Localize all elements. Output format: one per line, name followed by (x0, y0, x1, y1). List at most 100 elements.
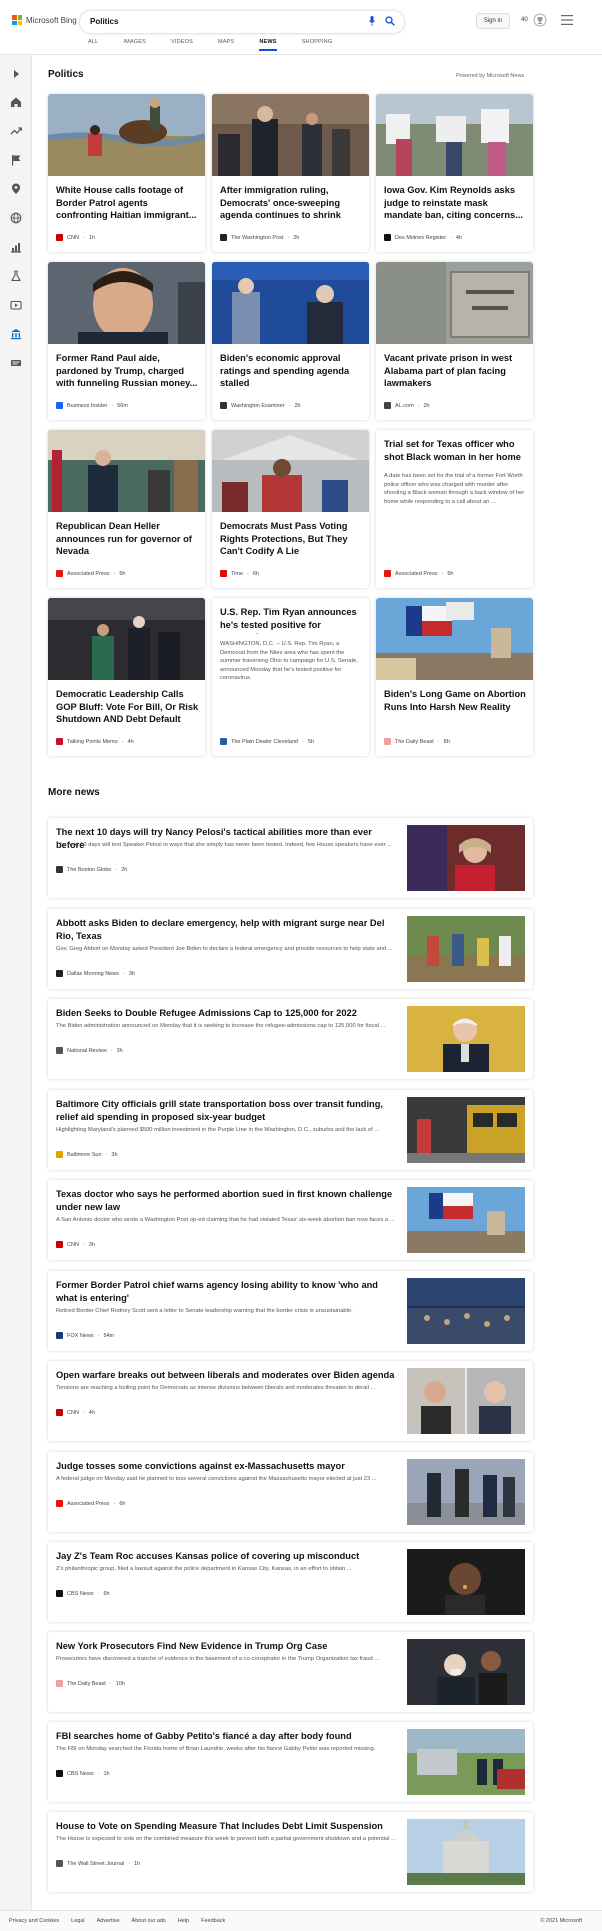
story-card[interactable]: Trial set for Texas officer who shot Bla… (376, 430, 533, 588)
news-thumbnail[interactable] (407, 825, 525, 891)
entertainment-icon[interactable] (10, 299, 22, 311)
news-snippet: Highlighting Maryland's planned $500 mil… (56, 1127, 380, 1133)
news-thumbnail[interactable] (407, 1278, 525, 1344)
story-title[interactable]: Republican Dean Heller announces run for… (56, 520, 199, 558)
more-news-item[interactable]: Baltimore City officials grill state tra… (48, 1090, 533, 1170)
footer-link-help[interactable]: Help (178, 1918, 189, 1924)
search-input[interactable]: Politics (90, 17, 118, 26)
story-title[interactable]: Trial set for Texas officer who shot Bla… (384, 438, 527, 466)
news-thumbnail[interactable] (407, 1368, 525, 1434)
story-title[interactable]: Iowa Gov. Kim Reynolds asks judge to rei… (384, 184, 527, 222)
location-icon[interactable] (10, 183, 22, 195)
rewards-count[interactable]: 40 (521, 17, 528, 23)
news-thumbnail[interactable] (407, 1187, 525, 1253)
more-news-item[interactable]: Texas doctor who says he performed abort… (48, 1180, 533, 1260)
hamburger-menu-icon[interactable] (561, 15, 573, 25)
news-title[interactable]: Open warfare breaks out between liberals… (56, 1369, 401, 1382)
globe-icon[interactable] (10, 212, 22, 224)
news-title[interactable]: FBI searches home of Gabby Petito's fian… (56, 1730, 401, 1743)
more-news-item[interactable]: The next 10 days will try Nancy Pelosi's… (48, 818, 533, 898)
flag-icon[interactable] (10, 154, 22, 166)
rewards-trophy-icon[interactable] (533, 13, 547, 27)
story-title[interactable]: Biden's Long Game on Abortion Runs Into … (384, 688, 527, 726)
news-thumbnail[interactable] (407, 1819, 525, 1885)
more-news-item[interactable]: Biden Seeks to Double Refugee Admissions… (48, 999, 533, 1079)
news-thumbnail[interactable] (407, 1729, 525, 1795)
story-title[interactable]: Democrats Must Pass Voting Rights Protec… (220, 520, 363, 558)
footer-link-legal[interactable]: Legal (71, 1918, 84, 1924)
tab-all[interactable]: ALL (88, 39, 98, 51)
news-title[interactable]: Former Border Patrol chief warns agency … (56, 1279, 401, 1305)
home-icon[interactable] (10, 96, 22, 108)
story-card[interactable]: Former Rand Paul aide, pardoned by Trump… (48, 262, 205, 420)
news-time: 2h (121, 866, 128, 873)
story-card[interactable]: Vacant private prison in west Alabama pa… (376, 262, 533, 420)
source-logo-icon (56, 866, 63, 873)
story-card[interactable]: U.S. Rep. Tim Ryan announces he's tested… (212, 598, 369, 756)
source-logo-icon (56, 1409, 63, 1416)
tab-images[interactable]: IMAGES (123, 39, 146, 51)
tab-videos[interactable]: VIDEOS (171, 39, 193, 51)
sign-in-button[interactable]: Sign in (476, 13, 510, 29)
story-card[interactable]: Democratic Leadership Calls GOP Bluff: V… (48, 598, 205, 756)
search-box[interactable]: Politics (80, 11, 404, 33)
news-thumbnail[interactable] (407, 1549, 525, 1615)
story-title[interactable]: Biden's economic approval ratings and sp… (220, 352, 363, 390)
more-news-item[interactable]: House to Vote on Spending Measure That I… (48, 1812, 533, 1892)
news-thumbnail[interactable] (407, 1459, 525, 1525)
news-time: 1h (134, 1860, 141, 1867)
video-icon[interactable] (10, 357, 22, 369)
more-news-item[interactable]: Open warfare breaks out between liberals… (48, 1361, 533, 1441)
news-thumbnail[interactable] (407, 1006, 525, 1072)
news-title[interactable]: Jay Z's Team Roc accuses Kansas police o… (56, 1550, 401, 1563)
footer-link-privacy[interactable]: Privacy and Cookies (9, 1918, 59, 1924)
top-header: Microsoft Bing Politics Sign in 40 ALL I… (0, 0, 602, 55)
tab-shopping[interactable]: SHOPPING (302, 39, 333, 51)
news-title[interactable]: House to Vote on Spending Measure That I… (56, 1820, 401, 1833)
tab-news[interactable]: NEWS (259, 39, 277, 51)
powered-by-label[interactable]: Powered by Microsoft News (456, 73, 524, 79)
story-card[interactable]: Democrats Must Pass Voting Rights Protec… (212, 430, 369, 588)
more-news-item[interactable]: Jay Z's Team Roc accuses Kansas police o… (48, 1542, 533, 1622)
news-thumbnail[interactable] (407, 1097, 525, 1163)
news-thumbnail[interactable] (407, 1639, 525, 1705)
news-title[interactable]: New York Prosecutors Find New Evidence i… (56, 1640, 401, 1653)
news-thumbnail[interactable] (407, 916, 525, 982)
footer-link-feedback[interactable]: Feedback (201, 1918, 225, 1924)
news-title[interactable]: Texas doctor who says he performed abort… (56, 1188, 401, 1214)
footer-link-advertise[interactable]: Advertise (97, 1918, 120, 1924)
story-card[interactable]: Biden's Long Game on Abortion Runs Into … (376, 598, 533, 756)
story-title[interactable]: Democratic Leadership Calls GOP Bluff: V… (56, 688, 199, 726)
more-news-item[interactable]: Abbott asks Biden to declare emergency, … (48, 909, 533, 989)
science-icon[interactable] (10, 270, 22, 282)
footer-link-about-ads[interactable]: About our ads (132, 1918, 166, 1924)
more-news-item[interactable]: Former Border Patrol chief warns agency … (48, 1271, 533, 1351)
finance-icon[interactable] (10, 241, 22, 253)
story-title[interactable]: After immigration ruling, Democrats' onc… (220, 184, 363, 222)
story-title[interactable]: Vacant private prison in west Alabama pa… (384, 352, 527, 390)
story-title[interactable]: Former Rand Paul aide, pardoned by Trump… (56, 352, 199, 390)
tab-maps[interactable]: MAPS (218, 39, 234, 51)
news-title[interactable]: Baltimore City officials grill state tra… (56, 1098, 401, 1124)
story-card[interactable]: Biden's economic approval ratings and sp… (212, 262, 369, 420)
story-title[interactable]: U.S. Rep. Tim Ryan announces he's tested… (220, 606, 363, 634)
more-news-item[interactable]: FBI searches home of Gabby Petito's fian… (48, 1722, 533, 1802)
search-icon[interactable] (385, 16, 395, 26)
story-card[interactable]: After immigration ruling, Democrats' onc… (212, 94, 369, 252)
microphone-icon[interactable] (369, 16, 375, 26)
trending-icon[interactable] (10, 125, 22, 137)
story-card[interactable]: White House calls footage of Border Patr… (48, 94, 205, 252)
story-card[interactable]: Republican Dean Heller announces run for… (48, 430, 205, 588)
politics-icon[interactable] (10, 328, 22, 340)
expand-icon[interactable] (10, 68, 22, 80)
section-title-more-news: More news (48, 787, 100, 798)
bing-logo[interactable]: Microsoft Bing (12, 15, 77, 25)
news-source: CNN · 4h (56, 1409, 95, 1416)
news-title[interactable]: Biden Seeks to Double Refugee Admissions… (56, 1007, 401, 1020)
more-news-item[interactable]: New York Prosecutors Find New Evidence i… (48, 1632, 533, 1712)
news-title[interactable]: Abbott asks Biden to declare emergency, … (56, 917, 401, 943)
story-title[interactable]: White House calls footage of Border Patr… (56, 184, 199, 222)
story-card[interactable]: Iowa Gov. Kim Reynolds asks judge to rei… (376, 94, 533, 252)
news-title[interactable]: Judge tosses some convictions against ex… (56, 1460, 401, 1473)
more-news-item[interactable]: Judge tosses some convictions against ex… (48, 1452, 533, 1532)
